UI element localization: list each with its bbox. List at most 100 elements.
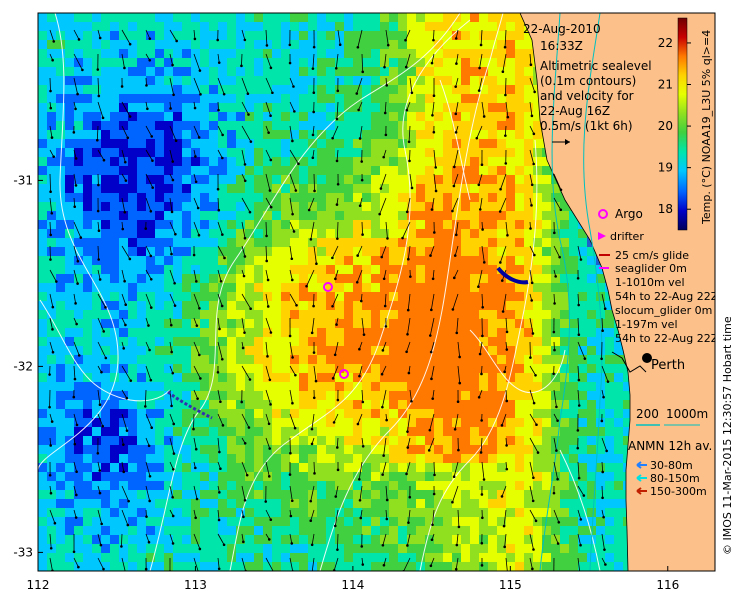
sst-cell — [227, 148, 236, 157]
sst-cell — [146, 364, 155, 373]
sst-cell — [425, 229, 434, 238]
sst-cell — [263, 238, 272, 247]
velocity-arrow-head — [76, 92, 79, 96]
sst-cell — [398, 436, 407, 445]
velocity-arrow-head — [146, 107, 149, 111]
velocity-arrow-head — [500, 279, 504, 282]
sst-cell — [38, 193, 47, 202]
sst-cell — [344, 535, 353, 544]
sst-cell — [92, 130, 101, 139]
sst-cell — [389, 562, 398, 571]
velocity-arrow-head — [530, 114, 534, 118]
sst-cell — [164, 553, 173, 562]
velocity-arrow-head — [170, 210, 174, 214]
sst-cell — [407, 472, 416, 481]
sst-cell — [209, 121, 218, 130]
sst-cell — [407, 193, 416, 202]
sst-cell — [371, 427, 380, 436]
sst-cell — [119, 409, 128, 418]
sst-cell — [218, 526, 227, 535]
sst-cell — [254, 76, 263, 85]
sst-cell — [263, 436, 272, 445]
sst-cell — [146, 256, 155, 265]
sst-cell — [236, 427, 245, 436]
sst-cell — [308, 481, 317, 490]
sst-cell — [542, 409, 551, 418]
velocity-arrow-head — [267, 422, 271, 426]
sst-cell — [245, 553, 254, 562]
sst-cell — [461, 247, 470, 256]
sst-cell — [200, 13, 209, 22]
sst-cell — [470, 148, 479, 157]
sst-cell — [56, 49, 65, 58]
sst-cell — [308, 400, 317, 409]
velocity-arrow-head — [145, 84, 148, 87]
sst-cell — [155, 445, 164, 454]
sst-cell — [272, 508, 281, 517]
sst-cell — [443, 58, 452, 67]
sst-cell — [65, 193, 74, 202]
sst-cell — [605, 463, 614, 472]
sst-cell — [587, 409, 596, 418]
sst-cell — [398, 544, 407, 553]
sst-cell — [146, 157, 155, 166]
sst-cell — [191, 400, 200, 409]
sst-cell — [245, 346, 254, 355]
sst-cell — [254, 535, 263, 544]
sst-cell — [533, 454, 542, 463]
velocity-arrow-head — [555, 405, 558, 409]
sst-cell — [200, 202, 209, 211]
sst-cell — [92, 157, 101, 166]
sst-cell — [74, 445, 83, 454]
sst-cell — [353, 229, 362, 238]
sst-cell — [299, 211, 308, 220]
sst-cell — [317, 373, 326, 382]
velocity-arrow-head — [505, 444, 508, 447]
sst-cell — [497, 202, 506, 211]
sst-cell — [362, 391, 371, 400]
sst-cell — [38, 148, 47, 157]
sst-cell — [434, 229, 443, 238]
sst-cell — [56, 202, 65, 211]
sst-cell — [461, 517, 470, 526]
sst-cell — [281, 517, 290, 526]
sst-cell — [533, 382, 542, 391]
sst-cell — [533, 139, 542, 148]
sst-cell — [587, 310, 596, 319]
sst-cell — [38, 310, 47, 319]
sst-cell — [56, 247, 65, 256]
sst-cell — [587, 337, 596, 346]
sst-cell — [83, 193, 92, 202]
sst-cell — [254, 103, 263, 112]
sst-cell — [218, 436, 227, 445]
sst-cell — [371, 283, 380, 292]
sst-cell — [290, 553, 299, 562]
sst-cell — [272, 76, 281, 85]
sst-cell — [560, 535, 569, 544]
sst-cell — [398, 175, 407, 184]
sst-cell — [371, 490, 380, 499]
sst-cell — [65, 157, 74, 166]
sst-cell — [218, 472, 227, 481]
sst-cell — [200, 85, 209, 94]
velocity-arrow-head — [430, 377, 433, 381]
sst-cell — [443, 184, 452, 193]
velocity-arrow-head — [195, 324, 199, 327]
sst-cell — [263, 130, 272, 139]
sst-cell — [137, 94, 146, 103]
sst-cell — [416, 148, 425, 157]
sst-cell — [452, 445, 461, 454]
sst-cell — [605, 562, 614, 571]
sst-cell — [398, 184, 407, 193]
sst-cell — [209, 508, 218, 517]
sst-cell — [371, 148, 380, 157]
sst-cell — [425, 148, 434, 157]
sst-cell — [299, 526, 308, 535]
depth-200-label: 200 — [636, 407, 659, 421]
sst-cell — [389, 139, 398, 148]
sst-cell — [533, 535, 542, 544]
sst-cell — [416, 319, 425, 328]
sst-cell — [398, 328, 407, 337]
sst-cell — [200, 121, 209, 130]
sst-cell — [497, 247, 506, 256]
